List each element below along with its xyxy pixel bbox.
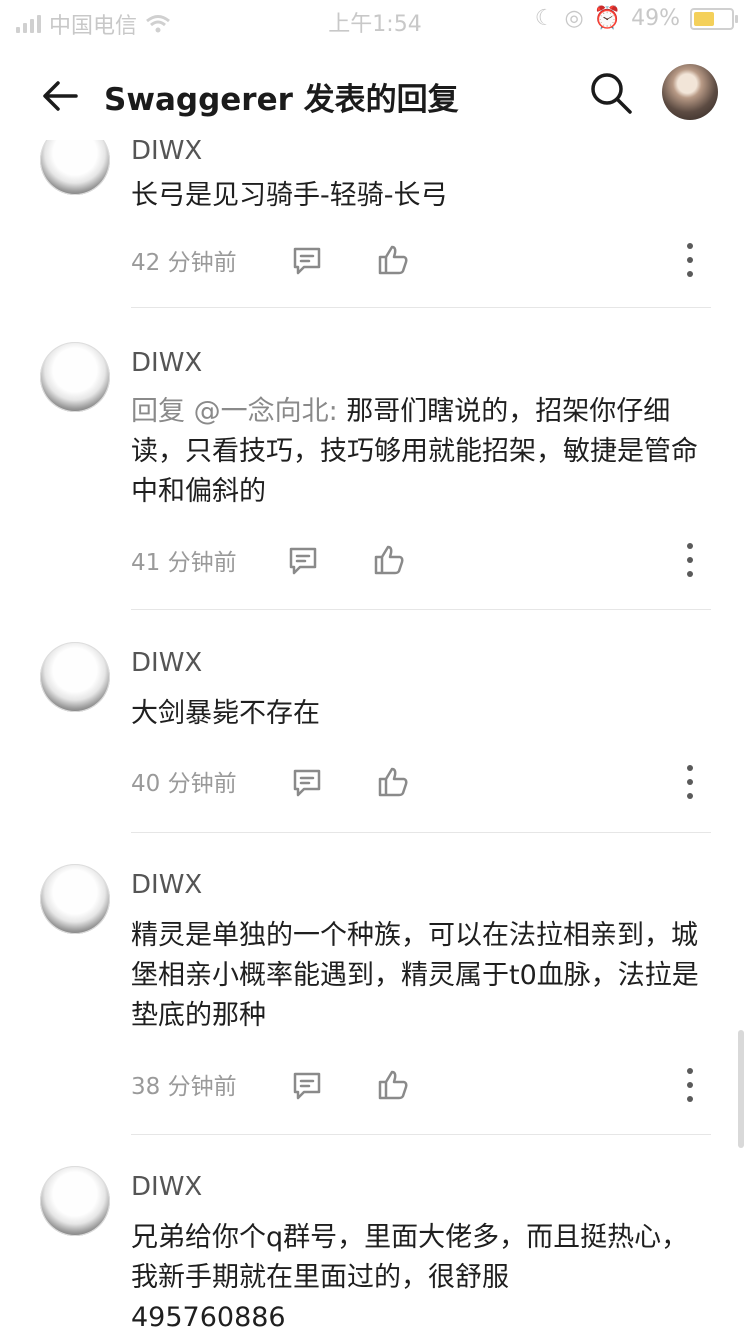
more-options-icon[interactable] xyxy=(686,243,694,277)
like-icon[interactable] xyxy=(376,1068,410,1102)
page-title: Swaggerer 发表的回复 xyxy=(104,82,459,118)
divider xyxy=(131,832,711,833)
comment-icon[interactable] xyxy=(290,765,324,799)
comment-icon[interactable] xyxy=(290,1068,324,1102)
avatar[interactable] xyxy=(40,140,110,195)
reply-list[interactable]: DIWX 长弓是见习骑手-轻骑-长弓 42 分钟前 DIWX 回复 @一念向北:… xyxy=(0,140,750,1334)
comment-text: 精灵是单独的一个种族，可以在法拉相亲到，城堡相亲小概率能遇到，精灵属于t0血脉，… xyxy=(131,920,699,1031)
more-options-icon[interactable] xyxy=(686,543,694,577)
divider xyxy=(131,307,711,308)
scrollbar[interactable] xyxy=(738,1030,744,1148)
comment-text: 长弓是见习骑手-轻骑-长弓 xyxy=(131,180,448,211)
more-options-icon[interactable] xyxy=(686,1068,694,1102)
moon-icon: ☾ xyxy=(534,6,555,31)
comment-icon[interactable] xyxy=(286,543,320,577)
alarm-icon: ⏰ xyxy=(593,6,622,31)
author-name[interactable]: DIWX xyxy=(131,870,202,900)
avatar[interactable] xyxy=(40,1166,110,1236)
comment-text: 回复 @一念向北: 那哥们瞎说的，招架你仔细读，只看技巧，技巧够用就能招架，敏捷… xyxy=(131,392,711,512)
like-icon[interactable] xyxy=(376,765,410,799)
avatar[interactable] xyxy=(40,642,110,712)
author-name[interactable]: DIWX xyxy=(131,1172,202,1202)
comment-time: 42 分钟前 xyxy=(131,250,237,276)
comment-time: 38 分钟前 xyxy=(131,1074,237,1100)
like-icon[interactable] xyxy=(376,243,410,277)
comment-text: 兄弟给你个q群号，里面大佬多，而且挺热心，我新手期就在里面过的，很舒服 4957… xyxy=(131,1222,689,1333)
reply-mention[interactable]: 回复 @一念向北: xyxy=(131,396,346,427)
comment-text: 大剑暴毙不存在 xyxy=(131,698,320,729)
avatar[interactable] xyxy=(40,864,110,934)
comment-icon[interactable] xyxy=(290,243,324,277)
like-icon[interactable] xyxy=(372,543,406,577)
nav-bar: Swaggerer 发表的回复 xyxy=(0,40,750,140)
comment-time: 40 分钟前 xyxy=(131,771,237,797)
more-options-icon[interactable] xyxy=(686,765,694,799)
search-icon[interactable] xyxy=(588,70,634,116)
author-name[interactable]: DIWX xyxy=(131,348,202,378)
avatar[interactable] xyxy=(40,342,110,412)
status-right: ☾ ◎ ⏰ 49% xyxy=(534,6,738,31)
back-arrow-icon[interactable] xyxy=(40,76,80,116)
comment-time: 41 分钟前 xyxy=(131,550,237,576)
rotation-lock-icon: ◎ xyxy=(564,6,584,31)
battery-icon xyxy=(690,7,738,30)
battery-percent: 49% xyxy=(631,6,680,31)
status-bar: 中国电信 上午1:54 ☾ ◎ ⏰ 49% xyxy=(0,0,750,40)
author-name[interactable]: DIWX xyxy=(131,140,202,166)
user-avatar[interactable] xyxy=(662,64,718,120)
author-name[interactable]: DIWX xyxy=(131,648,202,678)
divider xyxy=(131,609,711,610)
divider xyxy=(131,1134,711,1135)
